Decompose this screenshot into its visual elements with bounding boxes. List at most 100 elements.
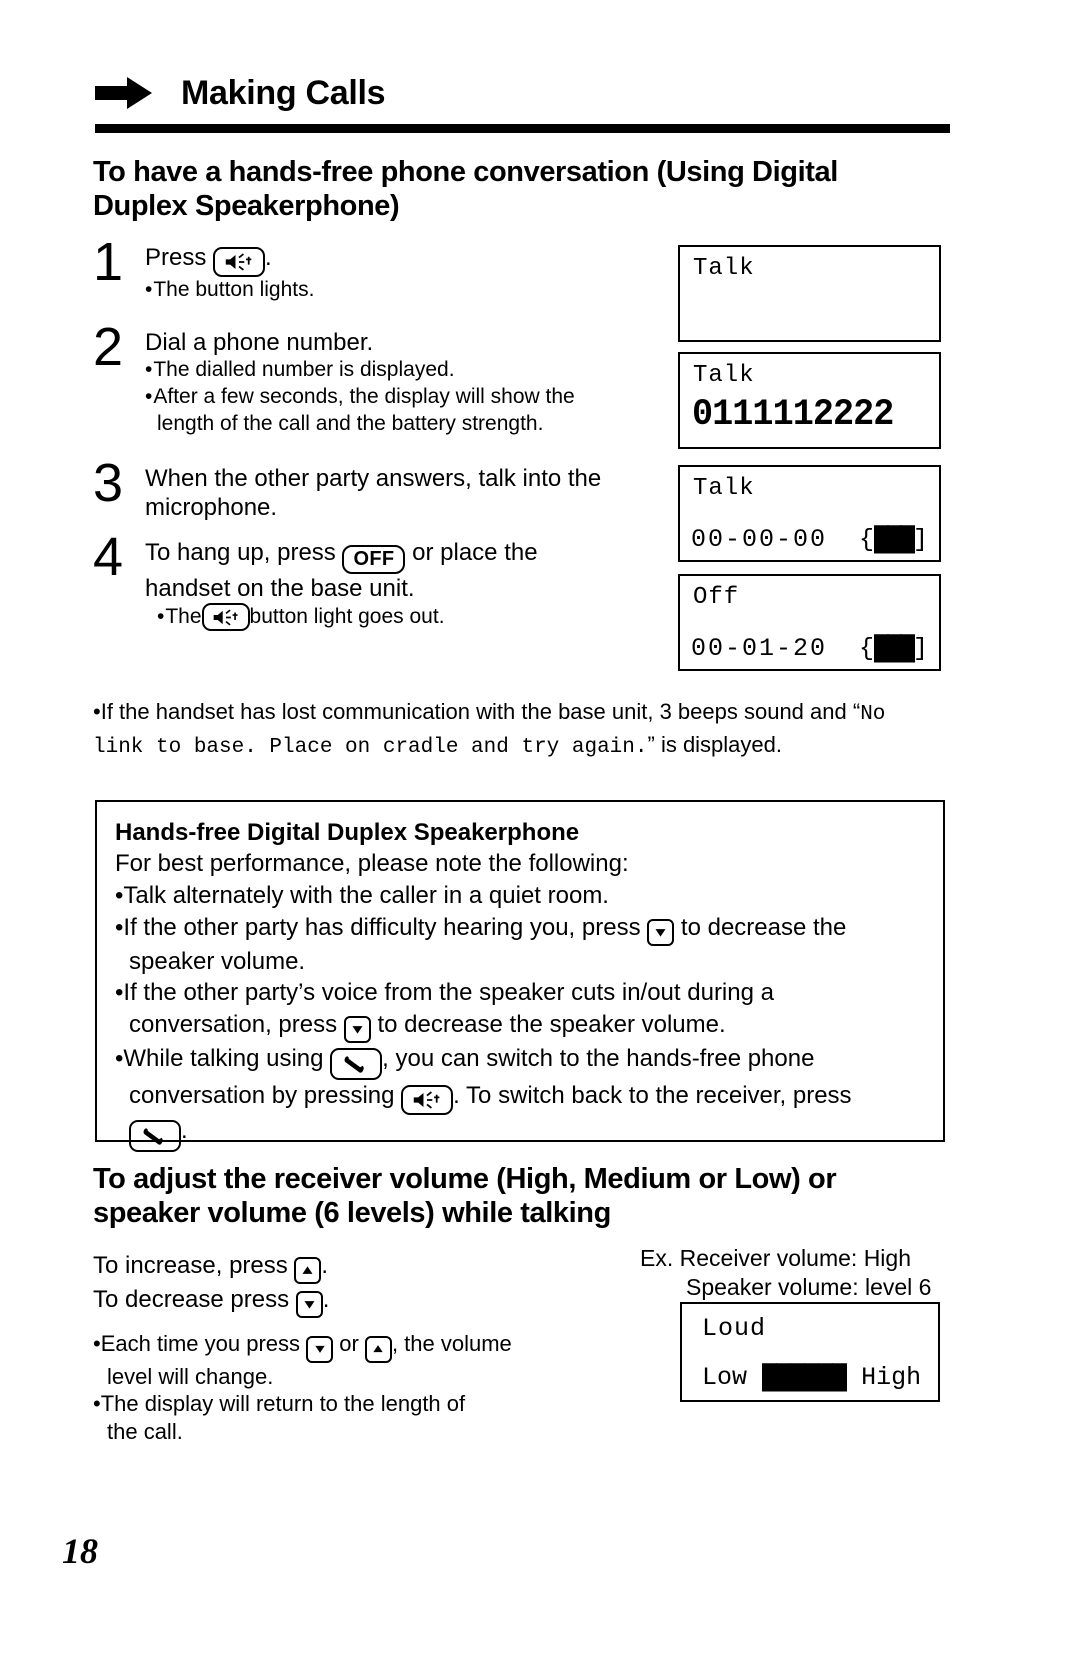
tip-bullet-2-pre: If the other party has difficulty hearin… [123, 913, 648, 941]
volume-increase-post: . [321, 1252, 329, 1279]
lcd-line-1: Talk [693, 475, 755, 502]
tip-bullet-3-cont: conversation, press to decrease the spea… [115, 1009, 923, 1043]
volume-decrease-pre: To decrease press [93, 1286, 296, 1313]
speakerphone-key-icon[interactable] [201, 603, 250, 632]
volume-bullet-1-post: , the volume [391, 1331, 512, 1356]
lcd-display-talk-timer: Talk 00-00-00 {███] [678, 465, 941, 562]
tip-bullet-3-cont-pre: conversation, press [129, 1010, 344, 1038]
volume-increase-pre: To increase, press [93, 1252, 295, 1279]
step-4-bullet-1: • The button light goes out. [145, 603, 663, 632]
note-text-part-1: If the handset has lost communication wi… [100, 699, 861, 724]
tip-box-title: Hands-free Digital Duplex Speakerphone [115, 819, 580, 846]
lost-communication-note: •If the handset has lost communication w… [93, 697, 948, 762]
bullet-dot: • [157, 604, 165, 628]
tip-bullet-1-text: Talk alternately with the caller in a qu… [123, 881, 609, 909]
handset-key-icon[interactable] [330, 1047, 383, 1080]
step-4: 4 To hang up, press OFF or place the han… [93, 530, 663, 632]
right-arrow-icon [95, 76, 153, 110]
battery-bracket-open: { [858, 525, 874, 554]
section-heading-line-2: speaker volume (6 levels) while talking [93, 1197, 611, 1230]
tip-bullet-4: •While talking using , you can switch to… [115, 1043, 923, 1080]
tip-bullet-4-cont-pre: conversation by pressing [129, 1081, 402, 1109]
volume-bullet-1: •Each time you press or , the volume [93, 1330, 653, 1363]
lcd-volume-loud-label: Loud [702, 1314, 767, 1343]
section-heading-handsfree: To have a hands-free phone conversation … [93, 155, 943, 223]
step-1-instruction: Press . [145, 243, 663, 277]
step-2-bullet-1-text: The dialled number is displayed. [153, 358, 455, 382]
volume-down-key-icon[interactable] [295, 1291, 323, 1318]
battery-bars: ███ [873, 525, 915, 554]
bullet-dot: • [145, 278, 153, 301]
lcd-display-talk-empty: Talk [678, 245, 941, 342]
section-heading-volume: To adjust the receiver volume (High, Med… [93, 1162, 943, 1230]
volume-example-line-2: Speaker volume: level 6 [686, 1274, 932, 1301]
page-title: Making Calls [181, 74, 386, 112]
tip-bullet-2-post: to decrease the [674, 913, 847, 941]
tip-bullet-2-cont: speaker volume. [129, 947, 306, 975]
tip-bullet-3: •If the other party’s voice from the spe… [115, 977, 923, 1009]
tip-bullet-1: •Talk alternately with the caller in a q… [115, 880, 923, 912]
lcd-line-1: Talk [693, 362, 755, 389]
handsfree-tip-box: Hands-free Digital Duplex Speakerphone F… [95, 800, 945, 1152]
battery-indicator: {███] [859, 525, 928, 554]
lcd-display-volume: Loud Low ██████ High [680, 1302, 940, 1402]
bullet-dot: • [93, 1331, 101, 1356]
volume-down-key-icon[interactable] [306, 1335, 334, 1363]
step-4-bullet-text-post: button light goes out. [249, 604, 445, 628]
note-mono-1: No [860, 703, 886, 726]
volume-bullet-1-pre: Each time you press [100, 1331, 307, 1356]
lcd-call-timer: 00-00-00 [691, 525, 828, 554]
lcd-line-1: Talk [693, 255, 755, 282]
step-1-bullet-1-text: The button lights. [153, 278, 315, 301]
volume-bullet-2-cont: the call. [107, 1419, 183, 1445]
step-2-bullet-2: • After a few seconds, the display will s… [145, 384, 663, 411]
volume-bullet-2-text: The display will return to the length of [100, 1391, 466, 1417]
battery-bars: ███ [873, 634, 915, 663]
volume-down-key-icon[interactable] [647, 918, 675, 946]
battery-bracket-close: ] [912, 634, 928, 663]
tip-bullet-4-post: , you can switch to the hands-free phone [382, 1044, 815, 1072]
bullet-dot: • [93, 699, 101, 724]
step-3: 3 When the other party answers, talk int… [93, 456, 663, 523]
tip-bullet-4-pre: While talking using [123, 1044, 331, 1072]
lcd-display-off-timer: Off 00-01-20 {███] [678, 574, 941, 671]
step-1-bullet-1: • The button lights. [145, 277, 663, 304]
tip-bullet-2: •If the other party has difficulty heari… [115, 912, 923, 946]
step-number: 3 [93, 452, 124, 513]
step-2-bullet-1: • The dialled number is displayed. [145, 357, 663, 384]
volume-bullet-2: •The display will return to the length o… [93, 1390, 653, 1418]
step-4-text-mid: or place the [405, 539, 538, 567]
battery-bracket-close: ] [912, 525, 928, 554]
manual-page: Making Calls To have a hands-free phone … [0, 0, 1080, 1669]
speakerphone-key-icon[interactable] [401, 1084, 454, 1115]
volume-example-caption: Ex. Receiver volume: High Speaker volume… [640, 1244, 950, 1303]
section-heading-line-1: To have a hands-free phone conversation … [93, 156, 838, 188]
handset-key-icon[interactable] [129, 1119, 181, 1152]
step-2-instruction: Dial a phone number. [145, 328, 374, 356]
tip-bullet-4-cont: conversation by pressing . To switch bac… [115, 1080, 923, 1115]
section-heading-line-1: To adjust the receiver volume (High, Med… [93, 1163, 837, 1195]
step-2-bullet-2-text: After a few seconds, the display will sh… [153, 385, 575, 409]
tip-box-intro: For best performance, please note the fo… [115, 850, 629, 878]
note-mono-2: link to base. Place on cradle and try ag… [93, 735, 648, 759]
tip-bullet-3-pre: If the other party’s voice from the spea… [123, 979, 774, 1007]
volume-down-key-icon[interactable] [343, 1015, 371, 1043]
volume-up-key-icon[interactable] [294, 1257, 322, 1284]
step-3-instruction-line-1: When the other party answers, talk into … [145, 464, 602, 492]
section-heading-line-2: Duplex Speakerphone) [93, 190, 400, 223]
lcd-line-1: Off [693, 584, 740, 611]
header-divider [95, 124, 950, 133]
page-number: 18 [62, 1531, 98, 1571]
lcd-display-talk-number: Talk 0111112222 [678, 352, 941, 449]
lcd-dialled-number: 0111112222 [692, 394, 894, 436]
step-1-text-pre: Press [145, 244, 214, 271]
bullet-dot: • [145, 358, 153, 382]
tip-bullet-4-cont-2: . [115, 1115, 923, 1152]
off-key-icon[interactable]: OFF [342, 545, 406, 574]
volume-up-key-icon[interactable] [364, 1335, 392, 1363]
speakerphone-key-icon[interactable] [213, 247, 266, 277]
page-header: Making Calls [95, 58, 955, 128]
volume-instructions: To increase, press . To decrease press .… [93, 1250, 653, 1446]
volume-bullet-1-mid: or [333, 1331, 365, 1356]
step-number: 4 [93, 527, 124, 588]
